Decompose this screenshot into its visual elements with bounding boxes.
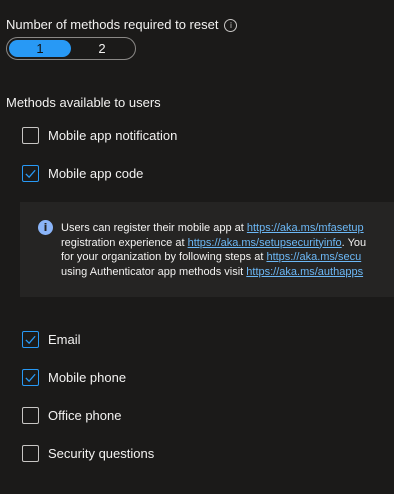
toggle-option-1[interactable]: 1 — [9, 40, 71, 57]
method-mobile-phone[interactable]: Mobile phone — [22, 369, 126, 386]
method-label: Mobile app code — [48, 166, 144, 181]
required-methods-label: Number of methods required to reset i — [6, 17, 238, 32]
method-mobile-app-notification[interactable]: Mobile app notification — [22, 127, 177, 144]
setupsecurityinfo-link[interactable]: https://aka.ms/setupsecurityinfo — [188, 237, 342, 249]
checkmark-icon — [25, 335, 36, 345]
info-text: for your organization by following steps… — [61, 251, 267, 263]
checkbox-unchecked[interactable] — [22, 127, 39, 144]
methods-heading: Methods available to users — [6, 95, 161, 110]
checkbox-checked[interactable] — [22, 331, 39, 348]
info-text: using Authenticator app methods visit — [61, 265, 247, 278]
info-text: . You — [341, 236, 367, 249]
info-text: Users can register their mobile app at — [61, 222, 247, 234]
authapps-link[interactable]: https://aka.ms/authapps — [246, 266, 363, 278]
toggle-option-2[interactable]: 2 — [71, 40, 133, 57]
method-office-phone[interactable]: Office phone — [22, 407, 121, 424]
required-methods-label-text: Number of methods required to reset — [6, 17, 219, 32]
method-label: Email — [48, 332, 81, 347]
info-message-box: i Users can register their mobile app at… — [20, 202, 394, 297]
mfasetup-link[interactable]: https://aka.ms/mfasetup — [247, 222, 364, 234]
checkbox-unchecked[interactable] — [22, 445, 39, 462]
method-email[interactable]: Email — [22, 331, 81, 348]
method-label: Office phone — [48, 408, 122, 423]
method-security-questions[interactable]: Security questions — [22, 445, 154, 462]
secu-link[interactable]: https://aka.ms/secu — [266, 251, 361, 263]
info-message-text: Users can register their mobile app at h… — [61, 221, 394, 279]
checkbox-checked[interactable] — [22, 165, 39, 182]
info-icon[interactable]: i — [224, 19, 238, 32]
required-methods-toggle[interactable]: 1 2 — [6, 37, 136, 60]
info-text: registration experience at — [61, 236, 188, 249]
checkbox-checked[interactable] — [22, 369, 39, 386]
checkmark-icon — [25, 373, 36, 383]
method-label: Mobile app notification — [48, 128, 178, 143]
info-icon: i — [38, 220, 53, 235]
checkbox-unchecked[interactable] — [22, 407, 39, 424]
method-label: Mobile phone — [48, 370, 127, 385]
checkmark-icon — [25, 169, 36, 179]
method-mobile-app-code[interactable]: Mobile app code — [22, 165, 143, 182]
method-label: Security questions — [48, 446, 155, 461]
